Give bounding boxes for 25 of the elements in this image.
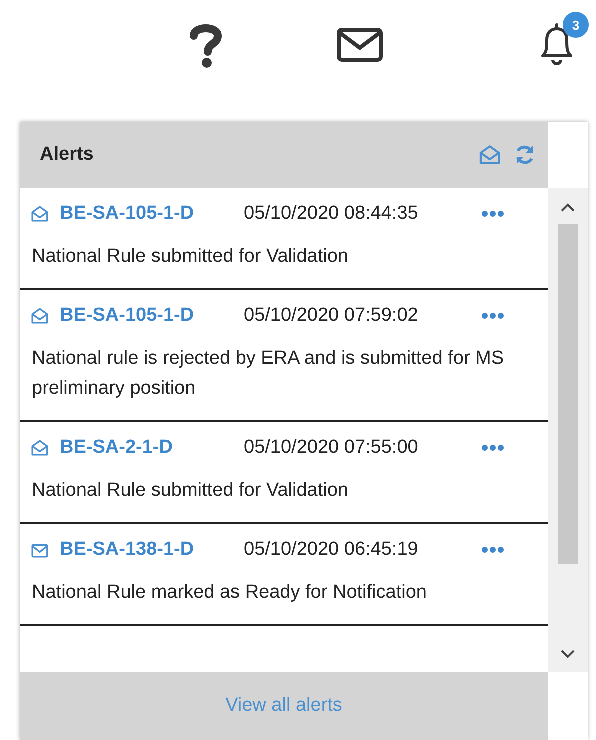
alert-time: 05/10/2020 08:44:35	[244, 203, 420, 225]
alert-code-link[interactable]: BE-SA-105-1-D	[60, 305, 244, 327]
more-options-icon[interactable]	[482, 211, 504, 217]
more-options-icon[interactable]	[482, 313, 504, 319]
alert-time: 05/10/2020 07:55:00	[244, 437, 420, 459]
alert-message: National Rule submitted for Validation	[31, 479, 350, 503]
view-all-alerts-link[interactable]: View all alerts	[226, 695, 342, 717]
refresh-icon[interactable]	[514, 144, 536, 166]
alert-code-link[interactable]: BE-SA-105-1-D	[60, 203, 244, 225]
more-options-icon[interactable]	[482, 445, 504, 451]
more-options-icon[interactable]	[482, 547, 504, 553]
alert-code-link[interactable]: BE-SA-2-1-D	[60, 437, 244, 459]
mail-icon[interactable]	[337, 28, 383, 62]
mark-all-read-icon[interactable]	[478, 144, 502, 166]
alert-time: 05/10/2020 07:59:02	[244, 305, 420, 327]
scrollbar[interactable]	[548, 188, 588, 672]
alert-message: National rule is rejected by ERA and is submitted for MS preliminary position	[31, 347, 506, 401]
alert-time: 05/10/2020 06:45:19	[244, 539, 420, 561]
notification-count-badge: 3	[563, 12, 589, 38]
alert-code-link[interactable]: BE-SA-138-1-D	[60, 539, 244, 561]
panel-title: Alerts	[40, 144, 95, 166]
alert-message: National Rule submitted for Validation	[31, 245, 350, 269]
alert-message: National Rule marked as Ready for Notification	[31, 581, 428, 605]
help-icon[interactable]	[190, 24, 222, 68]
scrollbar-thumb[interactable]	[558, 224, 578, 564]
